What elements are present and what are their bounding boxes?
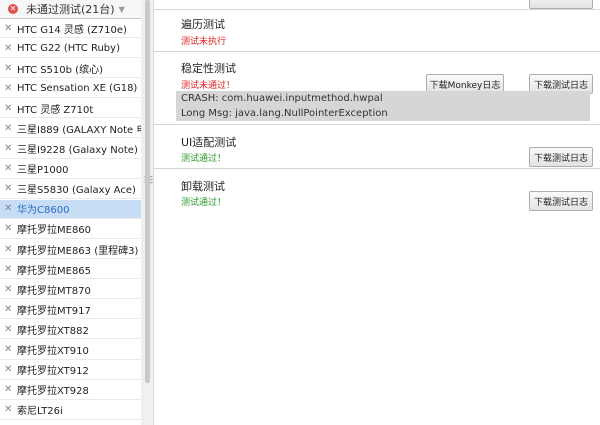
device-item[interactable]: ✕ 摩托罗拉ME865	[0, 260, 141, 280]
device-label: 摩托罗拉ME863 (里程碑3)	[17, 245, 139, 257]
device-item[interactable]: ✕ HTC S510b (缤心)	[0, 59, 141, 79]
download-uninstall-log-button[interactable]: 下载测试日志	[529, 191, 593, 211]
close-icon[interactable]: ✕	[4, 103, 12, 114]
device-item[interactable]: ✕ 摩托罗拉XT882	[0, 320, 141, 340]
close-icon[interactable]: ✕	[4, 284, 12, 295]
device-item[interactable]: ✕ HTC G22 (HTC Ruby)	[0, 39, 141, 59]
sidebar-title: 未通过测试(21台)	[26, 3, 115, 16]
device-label: HTC Sensation XE (G18)	[17, 82, 138, 94]
device-label: HTC G22 (HTC Ruby)	[17, 42, 120, 54]
crash-line: CRASH: com.huawei.inputmethod.hwpal	[181, 93, 383, 104]
device-item[interactable]: ✕ HTC Sensation XE (G18)	[0, 79, 141, 99]
device-item[interactable]: ✕ 三星I9228 (Galaxy Note)	[0, 140, 141, 159]
close-icon[interactable]: ✕	[4, 83, 12, 94]
close-icon[interactable]: ✕	[4, 344, 12, 355]
device-label: HTC 灵感 Z710t	[17, 104, 94, 116]
close-icon[interactable]: ✕	[4, 43, 12, 54]
device-sidebar: ✕ 未通过测试(21台) ▼ ✕ HTC G14 灵感 (Z710e) ✕ HTC G…	[0, 0, 142, 425]
close-icon[interactable]: ✕	[4, 143, 12, 154]
uninstall-test-status: 测试通过！	[181, 198, 227, 208]
stability-test-title: 稳定性测试	[181, 62, 236, 75]
device-label: 摩托罗拉ME860	[17, 225, 92, 237]
traverse-test-status: 测试未执行	[181, 37, 227, 47]
close-icon[interactable]: ✕	[4, 183, 12, 194]
device-item[interactable]: ✕ HTC 灵感 Z710t	[0, 99, 141, 119]
device-item[interactable]: ✕ 三星I889 (GALAXY Note 电信版)	[0, 119, 141, 139]
device-label: 三星S5830 (Galaxy Ace)	[17, 185, 136, 197]
close-icon[interactable]: ✕	[4, 244, 12, 255]
device-label: 华为C8600	[17, 205, 70, 217]
device-item[interactable]: ✕ 华为C8600	[0, 199, 141, 219]
device-label: 索尼LT26i	[17, 406, 63, 418]
chevron-down-icon[interactable]: ▼	[119, 5, 125, 14]
test-results-panel: 遍历测试 测试未执行 稳定性测试 测试未通过！ 下载Monkey日志 下载测试日…	[154, 0, 600, 425]
device-item[interactable]: ✕ 摩托罗拉XT910	[0, 341, 141, 360]
device-label: 摩托罗拉XT882	[17, 325, 89, 337]
close-icon[interactable]: ✕	[4, 264, 12, 275]
device-item[interactable]: ✕ 索尼LT26i	[0, 401, 141, 420]
device-label: 摩托罗拉XT910	[17, 346, 89, 357]
device-item[interactable]: ✕ 摩托罗拉XT928	[0, 381, 141, 400]
ui-test-title: UI适配测试	[181, 136, 237, 149]
device-list: ✕ HTC G14 灵感 (Z710e) ✕ HTC G22 (HTC Ruby) ✕ H…	[0, 19, 141, 425]
device-label: HTC G14 灵感 (Z710e)	[17, 24, 127, 36]
device-item[interactable]: ✕ 摩托罗拉ME860	[0, 220, 141, 239]
device-item[interactable]: ✕ 摩托罗拉XT912	[0, 361, 141, 380]
close-icon[interactable]: ✕	[4, 304, 12, 315]
device-label: 三星I9228 (Galaxy Note)	[17, 145, 138, 157]
device-label: 摩托罗拉ME865	[17, 265, 92, 277]
stability-test-status: 测试未通过！	[181, 81, 236, 91]
top-download-button[interactable]	[529, 0, 593, 9]
close-icon[interactable]: ✕	[4, 123, 12, 134]
close-icon[interactable]: ✕	[4, 223, 12, 234]
device-label: HTC S510b (缤心)	[17, 64, 103, 76]
close-icon[interactable]: ✕	[4, 384, 12, 395]
device-label: 摩托罗拉XT928	[17, 386, 89, 398]
close-icon[interactable]: ✕	[4, 163, 12, 174]
uninstall-test-section: 卸载测试 测试通过！ 下载测试日志	[154, 168, 600, 213]
close-icon[interactable]: ✕	[4, 324, 12, 335]
device-label: 三星I889 (GALAXY Note 电信版)	[17, 124, 141, 136]
close-icon[interactable]: ✕	[4, 203, 12, 214]
device-item[interactable]: ✕ 摩托罗拉ME863 (里程碑3)	[0, 240, 141, 260]
crash-info-box: CRASH: com.huawei.inputmethod.hwpal Long…	[176, 91, 590, 121]
device-item[interactable]: ✕联想乐Phone K800	[0, 421, 141, 425]
device-item[interactable]: ✕ 三星S5830 (Galaxy Ace)	[0, 180, 141, 199]
device-label: 摩托罗拉MT917	[17, 305, 91, 317]
ui-test-section: UI适配测试 测试通过！ 下载测试日志	[154, 124, 600, 169]
traverse-test-section: 遍历测试 测试未执行	[154, 9, 600, 52]
device-label: 摩托罗拉XT912	[17, 366, 89, 378]
sidebar-header[interactable]: ✕ 未通过测试(21台) ▼	[0, 0, 141, 19]
device-label: 摩托罗拉MT870	[17, 285, 91, 297]
close-icon[interactable]: ✕	[4, 364, 12, 375]
uninstall-test-title: 卸载测试	[181, 180, 225, 193]
device-item[interactable]: ✕ 三星P1000	[0, 160, 141, 179]
close-icon[interactable]: ✕	[4, 23, 12, 34]
ui-test-status: 测试通过！	[181, 154, 227, 164]
download-ui-log-button[interactable]: 下载测试日志	[529, 147, 593, 167]
device-item[interactable]: ✕ 摩托罗拉MT870	[0, 280, 141, 300]
error-icon: ✕	[8, 4, 18, 14]
close-icon[interactable]: ✕	[4, 404, 12, 415]
close-icon[interactable]: ✕	[4, 63, 12, 74]
device-label: 三星P1000	[17, 165, 69, 177]
traverse-test-title: 遍历测试	[181, 18, 225, 31]
device-item[interactable]: ✕ HTC G14 灵感 (Z710e)	[0, 19, 141, 38]
device-item[interactable]: ✕ 摩托罗拉MT917	[0, 300, 141, 320]
sidebar-scrollbar[interactable]	[145, 0, 150, 383]
crash-message-line: Long Msg: java.lang.NullPointerException	[181, 108, 388, 119]
